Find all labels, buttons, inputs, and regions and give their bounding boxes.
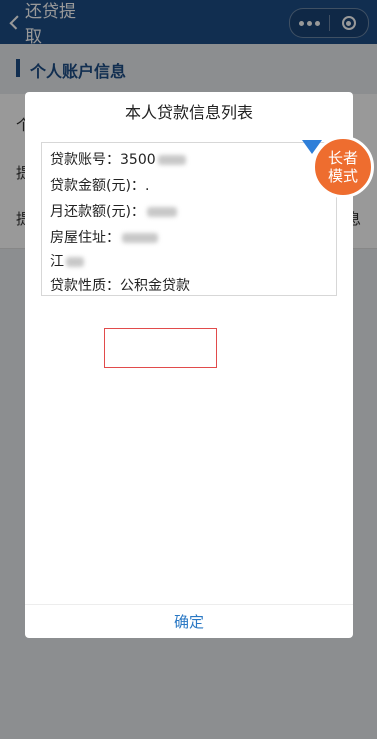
address-value-line2: 江	[50, 254, 64, 270]
redacted-value	[122, 233, 158, 243]
loan-info-card[interactable]: 贷款账号：3500 贷款金额(元)：. 月还款额(元)： 房屋住址： 江 贷款性…	[41, 142, 337, 296]
dialog-title: 本人贷款信息列表	[124, 103, 253, 122]
loan-amount-label: 贷款金额(元)：	[50, 178, 145, 194]
redacted-value	[157, 155, 186, 165]
monthly-payment-row: 月还款额(元)：	[50, 201, 177, 221]
monthly-payment-label: 月还款额(元)：	[50, 204, 145, 220]
loan-account-value: 3500	[120, 152, 156, 168]
redacted-value	[66, 257, 84, 267]
address-label: 房屋住址：	[50, 230, 120, 246]
loan-type-row: 贷款性质：公积金贷款	[50, 275, 190, 295]
elder-mode-line1: 长者	[327, 149, 358, 167]
loan-amount-value: .	[144, 178, 150, 194]
address-row: 房屋住址：	[50, 227, 158, 247]
loan-account-row: 贷款账号：3500	[50, 149, 186, 169]
elder-mode-button[interactable]: 长者 模式	[312, 136, 374, 198]
address-row-2: 江	[50, 251, 84, 271]
redacted-value	[146, 207, 177, 217]
elder-mode-line2: 模式	[327, 167, 358, 185]
loan-account-label: 贷款账号：	[50, 152, 120, 168]
loan-amount-row: 贷款金额(元)：.	[50, 175, 149, 195]
highlight-box	[104, 328, 217, 368]
loan-type-value: 公积金贷款	[120, 278, 190, 294]
confirm-button[interactable]: 确定	[25, 605, 353, 638]
loan-info-dialog: 本人贷款信息列表 贷款账号：3500 贷款金额(元)：. 月还款额(元)： 房屋…	[25, 92, 353, 638]
dialog-footer: 确定	[25, 604, 353, 638]
loan-type-label: 贷款性质：	[50, 278, 120, 294]
